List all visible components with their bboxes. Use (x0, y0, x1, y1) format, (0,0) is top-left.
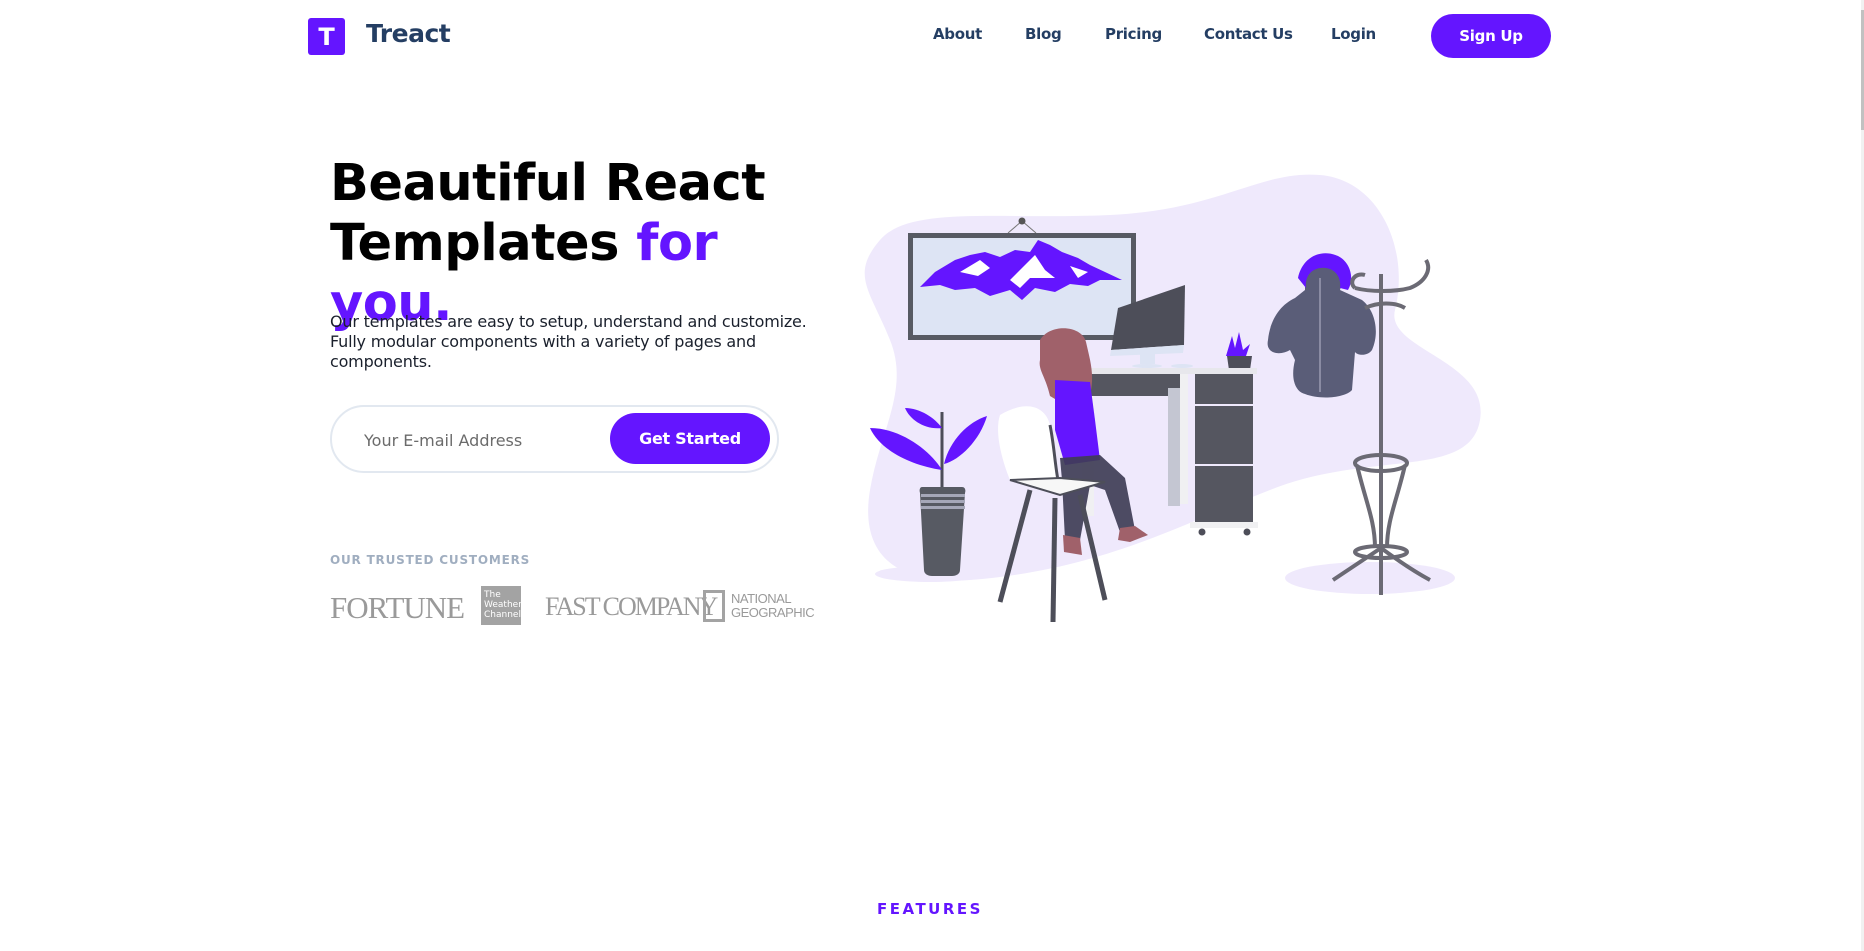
fast-company-logo: FAST COMPANY (545, 592, 718, 621)
hero-description: Our templates are easy to setup, underst… (330, 312, 807, 371)
nav-pricing[interactable]: Pricing (1105, 25, 1162, 43)
weather-line2: Weather (484, 600, 522, 610)
nav-about[interactable]: About (933, 25, 982, 43)
email-signup-form: Get Started (330, 405, 779, 473)
email-input[interactable] (362, 425, 606, 455)
desk-drawer (1195, 374, 1253, 404)
natgeo-frame-icon (703, 590, 725, 622)
nav-contact-us[interactable]: Contact Us (1204, 25, 1293, 43)
hero-title: Beautiful React Templates for you. (330, 154, 850, 334)
natgeo-line2: GEOGRAPHIC (731, 605, 815, 620)
hero-illustration (864, 174, 1481, 623)
frame-nail-icon (1018, 217, 1026, 225)
nav-blog[interactable]: Blog (1025, 25, 1062, 43)
fortune-logo: FORTUNE (330, 590, 465, 625)
weather-line1: The (484, 590, 501, 600)
hero-title-line1: Beautiful React (330, 154, 766, 213)
natgeo-line1: NATIONAL (731, 591, 792, 606)
sign-up-button[interactable]: Sign Up (1431, 14, 1551, 58)
logo-icon[interactable]: T (308, 18, 345, 55)
brand-name[interactable]: Treact (366, 19, 451, 48)
get-started-button[interactable]: Get Started (610, 413, 770, 464)
desk (1075, 368, 1257, 374)
trusted-customers-label: OUR TRUSTED CUSTOMERS (330, 553, 531, 567)
natgeo-text: NATIONAL GEOGRAPHIC (731, 591, 815, 620)
hero-title-line2: Templates (330, 214, 619, 273)
national-geographic-logo: NATIONAL GEOGRAPHIC (703, 590, 815, 622)
nav-login[interactable]: Login (1331, 25, 1376, 43)
features-section-label: FEATURES (877, 900, 983, 918)
weather-channel-logo: The Weather Channel (481, 586, 522, 625)
weather-line3: Channel (484, 610, 521, 620)
